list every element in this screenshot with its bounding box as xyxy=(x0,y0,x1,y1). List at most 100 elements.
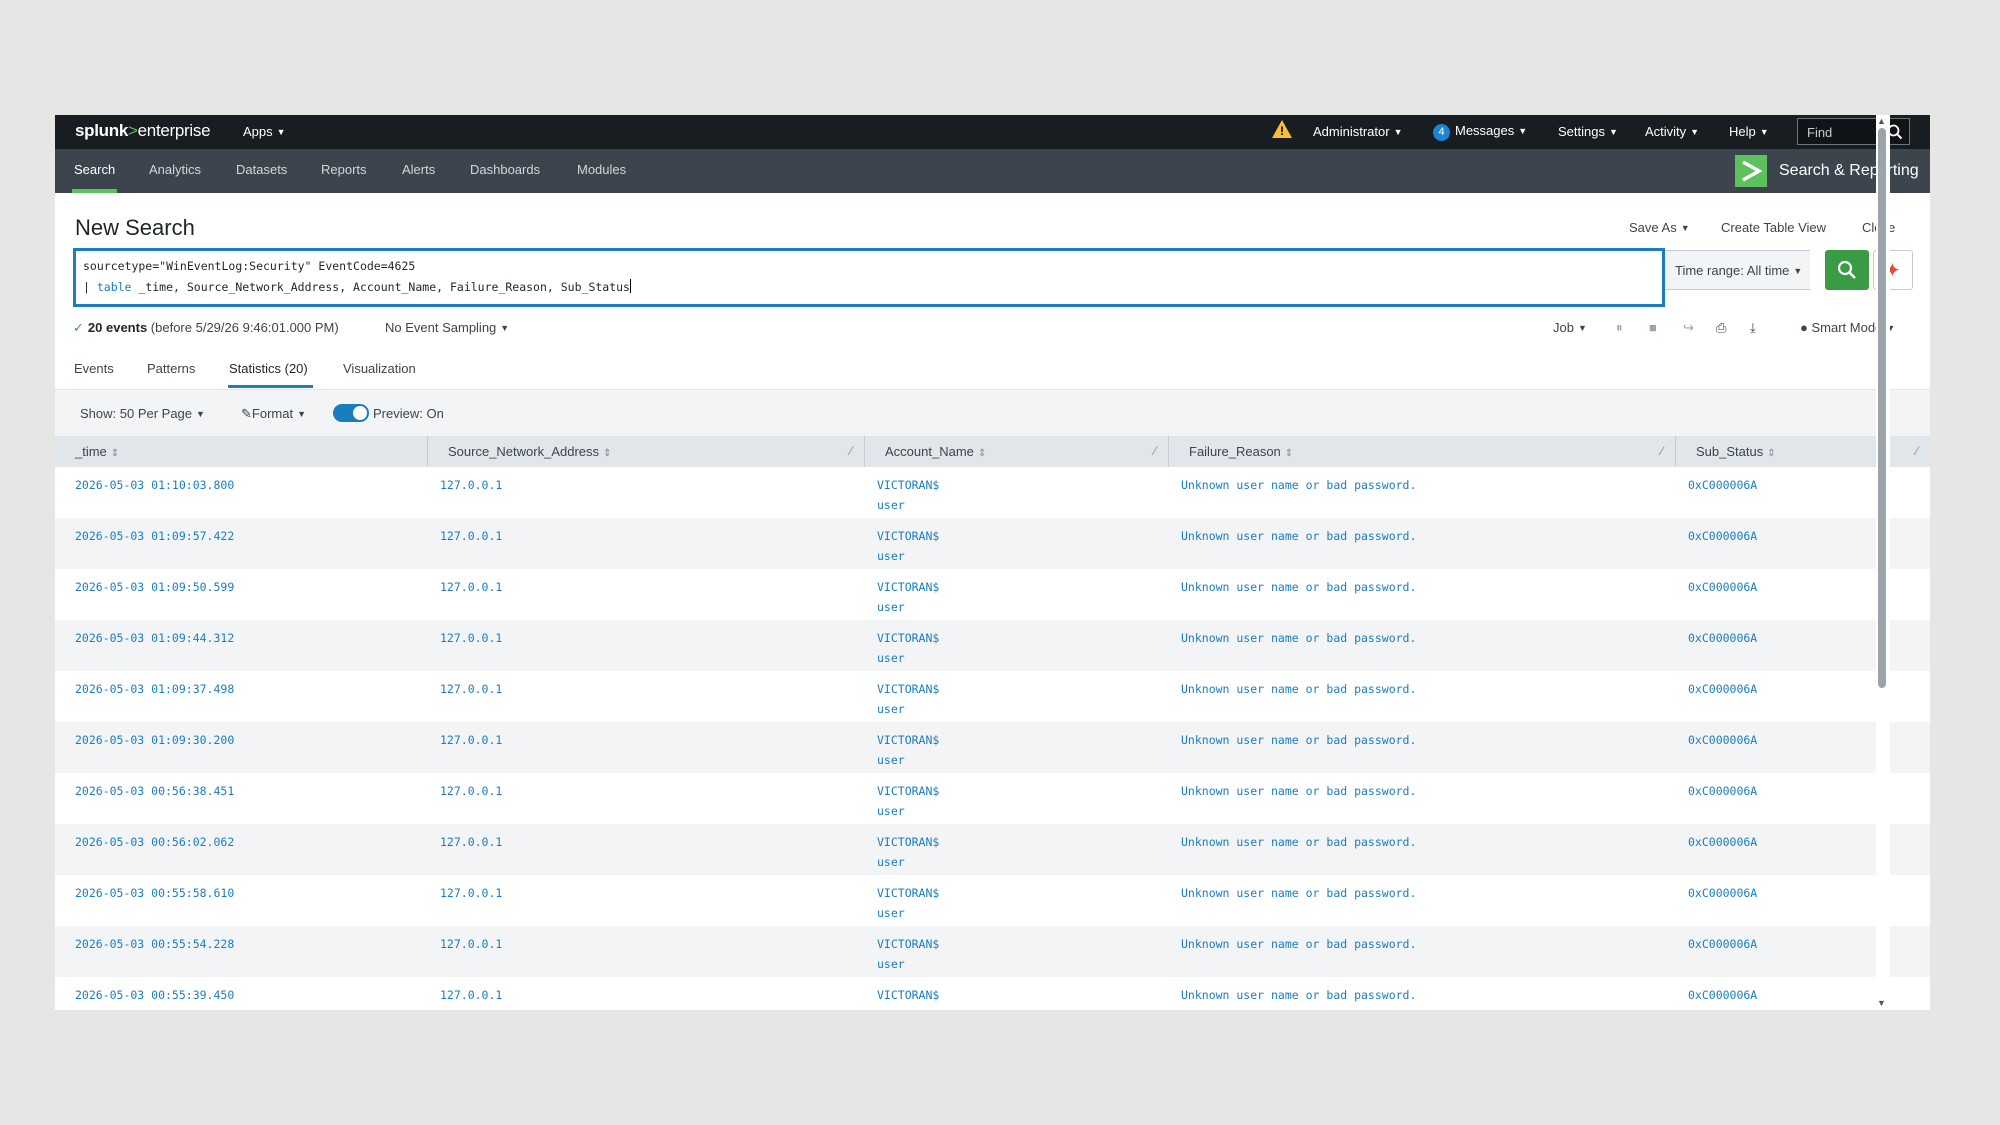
account-value[interactable]: VICTORAN$ xyxy=(877,733,939,747)
apps-menu[interactable]: Apps ▼ xyxy=(243,124,286,139)
cell-source-address[interactable]: 127.0.0.1 xyxy=(440,730,502,750)
cell-source-address[interactable]: 127.0.0.1 xyxy=(440,475,502,495)
cell-failure-reason[interactable]: Unknown user name or bad password. xyxy=(1181,781,1416,801)
cell-source-address[interactable]: 127.0.0.1 xyxy=(440,781,502,801)
column-header-source-network-address[interactable]: Source_Network_Address ⇕ ⁄ xyxy=(427,436,864,467)
tab-visualization[interactable]: Visualization xyxy=(343,361,416,376)
sort-icon[interactable]: ⇕ xyxy=(111,448,119,459)
sort-icon[interactable]: ⇕ xyxy=(1767,448,1775,459)
nav-analytics[interactable]: Analytics xyxy=(149,162,201,177)
cell-failure-reason[interactable]: Unknown user name or bad password. xyxy=(1181,526,1416,546)
cell-failure-reason[interactable]: Unknown user name or bad password. xyxy=(1181,985,1416,1005)
tab-events[interactable]: Events xyxy=(74,361,114,376)
sort-icon[interactable]: ⇕ xyxy=(1285,448,1293,459)
cell-sub-status[interactable]: 0xC000006A xyxy=(1688,628,1757,648)
account-value[interactable]: user xyxy=(877,1008,905,1010)
account-value[interactable]: user xyxy=(877,957,905,971)
account-value[interactable]: user xyxy=(877,498,905,512)
job-menu[interactable]: Job ▼ xyxy=(1553,320,1587,335)
cell-sub-status[interactable]: 0xC000006A xyxy=(1688,730,1757,750)
settings-menu[interactable]: Settings ▼ xyxy=(1558,124,1618,139)
warning-icon[interactable]: ! xyxy=(1272,120,1292,138)
cell-sub-status[interactable]: 0xC000006A xyxy=(1688,781,1757,801)
cell-failure-reason[interactable]: Unknown user name or bad password. xyxy=(1181,628,1416,648)
cell-time[interactable]: 2026-05-03 01:09:57.422 xyxy=(75,526,234,546)
time-range-picker[interactable]: Time range: All time ▼ xyxy=(1665,250,1810,290)
wand-icon[interactable]: ⁄ xyxy=(850,444,852,458)
account-value[interactable]: VICTORAN$ xyxy=(877,529,939,543)
cell-sub-status[interactable]: 0xC000006A xyxy=(1688,832,1757,852)
splunk-logo[interactable]: splunk>enterprise xyxy=(75,121,211,141)
column-header-account-name[interactable]: Account_Name ⇕ ⁄ xyxy=(864,436,1168,467)
wand-icon[interactable]: ⁄ xyxy=(1154,444,1156,458)
nav-search[interactable]: Search xyxy=(74,162,115,177)
tab-statistics[interactable]: Statistics (20) xyxy=(229,361,308,376)
search-submit-button[interactable] xyxy=(1825,250,1869,290)
save-as-menu[interactable]: Save As ▼ xyxy=(1629,220,1690,235)
account-value[interactable]: user xyxy=(877,753,905,767)
account-value[interactable]: user xyxy=(877,702,905,716)
cell-time[interactable]: 2026-05-03 00:55:39.450 xyxy=(75,985,234,1005)
account-value[interactable]: user xyxy=(877,804,905,818)
stop-icon[interactable]: ■ xyxy=(1649,320,1657,335)
activity-menu[interactable]: Activity ▼ xyxy=(1645,124,1699,139)
cell-time[interactable]: 2026-05-03 00:56:02.062 xyxy=(75,832,234,852)
account-value[interactable]: user xyxy=(877,549,905,563)
cell-failure-reason[interactable]: Unknown user name or bad password. xyxy=(1181,679,1416,699)
nav-datasets[interactable]: Datasets xyxy=(236,162,287,177)
cell-sub-status[interactable]: 0xC000006A xyxy=(1688,934,1757,954)
cell-sub-status[interactable]: 0xC000006A xyxy=(1688,679,1757,699)
cell-source-address[interactable]: 127.0.0.1 xyxy=(440,628,502,648)
cell-failure-reason[interactable]: Unknown user name or bad password. xyxy=(1181,934,1416,954)
cell-sub-status[interactable]: 0xC000006A xyxy=(1688,526,1757,546)
cell-time[interactable]: 2026-05-03 01:09:37.498 xyxy=(75,679,234,699)
export-icon[interactable]: ⤓ xyxy=(1750,320,1756,336)
account-value[interactable]: VICTORAN$ xyxy=(877,682,939,696)
preview-toggle[interactable] xyxy=(333,404,369,422)
cell-source-address[interactable]: 127.0.0.1 xyxy=(440,883,502,903)
wand-icon[interactable]: ⁄ xyxy=(1916,444,1918,458)
account-value[interactable]: user xyxy=(877,600,905,614)
event-sampling-menu[interactable]: No Event Sampling ▼ xyxy=(385,320,509,335)
cell-time[interactable]: 2026-05-03 01:09:44.312 xyxy=(75,628,234,648)
cell-time[interactable]: 2026-05-03 01:09:30.200 xyxy=(75,730,234,750)
account-value[interactable]: VICTORAN$ xyxy=(877,835,939,849)
column-header-time[interactable]: _time ⇕ xyxy=(55,436,427,467)
cell-time[interactable]: 2026-05-03 00:55:58.610 xyxy=(75,883,234,903)
cell-source-address[interactable]: 127.0.0.1 xyxy=(440,577,502,597)
find-input[interactable]: Find xyxy=(1797,118,1910,145)
app-name[interactable]: Search & Reporting xyxy=(1779,162,1919,180)
account-value[interactable]: user xyxy=(877,906,905,920)
cell-time[interactable]: 2026-05-03 00:55:54.228 xyxy=(75,934,234,954)
messages-menu[interactable]: 4 Messages ▼ xyxy=(1433,123,1527,141)
cell-source-address[interactable]: 127.0.0.1 xyxy=(440,526,502,546)
cell-failure-reason[interactable]: Unknown user name or bad password. xyxy=(1181,730,1416,750)
wand-icon[interactable]: ⁄ xyxy=(1661,444,1663,458)
cell-failure-reason[interactable]: Unknown user name or bad password. xyxy=(1181,832,1416,852)
nav-alerts[interactable]: Alerts xyxy=(402,162,435,177)
cell-sub-status[interactable]: 0xC000006A xyxy=(1688,985,1757,1005)
sort-icon[interactable]: ⇕ xyxy=(603,448,611,459)
account-value[interactable]: VICTORAN$ xyxy=(877,580,939,594)
column-header-failure-reason[interactable]: Failure_Reason ⇕ ⁄ xyxy=(1168,436,1675,467)
column-header-sub-status[interactable]: Sub_Status ⇕ ⁄ xyxy=(1675,436,1930,467)
print-icon[interactable]: ⎙ xyxy=(1716,320,1726,336)
account-value[interactable]: VICTORAN$ xyxy=(877,886,939,900)
account-value[interactable]: VICTORAN$ xyxy=(877,478,939,492)
format-menu[interactable]: ✎Format ▼ xyxy=(241,406,306,422)
account-value[interactable]: VICTORAN$ xyxy=(877,784,939,798)
cell-source-address[interactable]: 127.0.0.1 xyxy=(440,679,502,699)
scroll-down-icon[interactable]: ▼ xyxy=(1877,998,1886,1008)
cell-time[interactable]: 2026-05-03 00:56:38.451 xyxy=(75,781,234,801)
cell-time[interactable]: 2026-05-03 01:10:03.800 xyxy=(75,475,234,495)
cell-time[interactable]: 2026-05-03 01:09:50.599 xyxy=(75,577,234,597)
pause-icon[interactable]: ⏸ xyxy=(1616,320,1623,336)
cell-source-address[interactable]: 127.0.0.1 xyxy=(440,934,502,954)
search-query-input[interactable]: sourcetype="WinEventLog:Security" EventC… xyxy=(73,248,1665,307)
tab-patterns[interactable]: Patterns xyxy=(147,361,195,376)
scrollbar-thumb[interactable] xyxy=(1878,128,1886,688)
help-menu[interactable]: Help ▼ xyxy=(1729,124,1769,139)
account-value[interactable]: user xyxy=(877,651,905,665)
cell-failure-reason[interactable]: Unknown user name or bad password. xyxy=(1181,883,1416,903)
administrator-menu[interactable]: Administrator ▼ xyxy=(1313,124,1403,139)
